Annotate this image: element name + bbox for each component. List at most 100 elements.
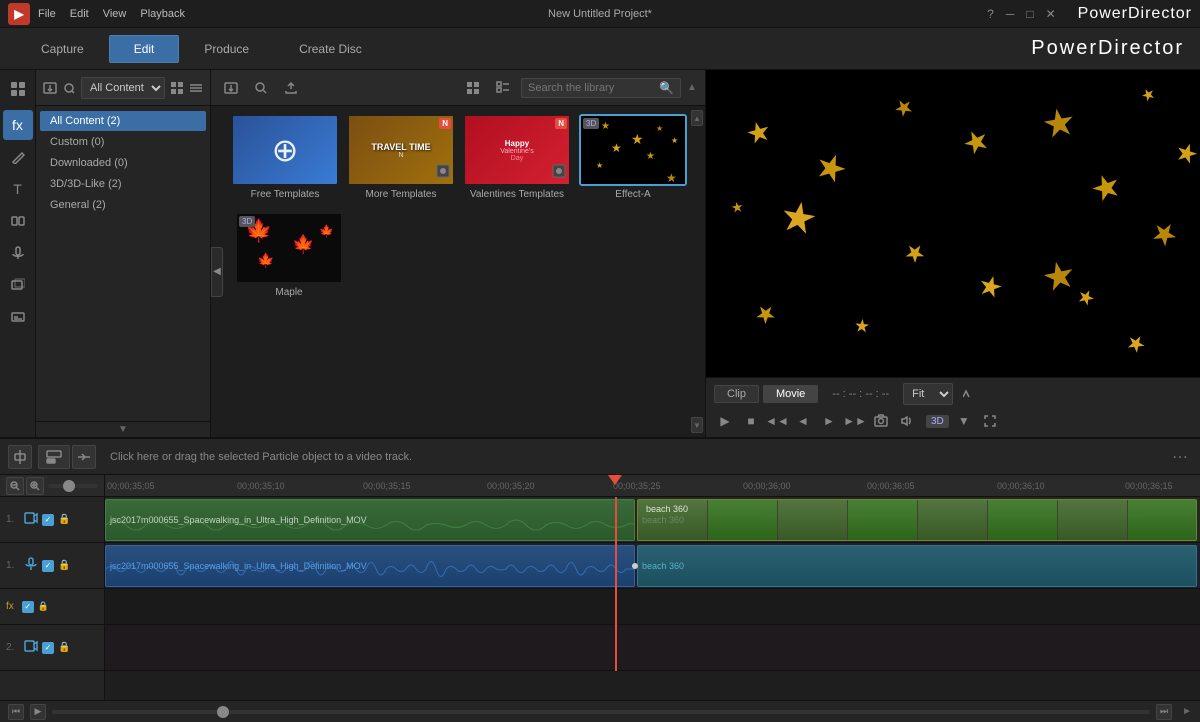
preview-fullscreen-btn[interactable]	[979, 410, 1001, 432]
track-row-video-2[interactable]	[105, 625, 1200, 671]
track-header-fx: fx ✓ 🔒	[0, 589, 104, 625]
sidebar-icon-import[interactable]	[3, 74, 33, 104]
preview-rewind-btn[interactable]: ◄◄	[766, 410, 788, 432]
panel-collapse-btn[interactable]: ◀	[211, 247, 223, 297]
filter-btn[interactable]	[62, 76, 78, 100]
preview-settings-btn[interactable]	[957, 382, 981, 406]
fit-dropdown[interactable]: Fit	[903, 383, 953, 405]
menu-bar[interactable]: File Edit View Playback	[38, 8, 185, 20]
menu-edit[interactable]: Edit	[70, 8, 89, 20]
scroll-up-arrow-content[interactable]: ▲	[687, 82, 697, 93]
sidebar-icon-draw[interactable]	[3, 142, 33, 172]
category-3d[interactable]: 3D/3D-Like (2)	[40, 174, 206, 194]
zoom-slider[interactable]	[48, 484, 98, 488]
help-icon[interactable]: ?	[987, 7, 994, 21]
timeline-mode-btn[interactable]	[72, 445, 96, 469]
track-1-lock[interactable]: 🔒	[58, 514, 70, 525]
preview-prev-frame-btn[interactable]: ◄	[792, 410, 814, 432]
preview-3d-dropdown-btn[interactable]: ▼	[953, 410, 975, 432]
timeline-snap-btn[interactable]	[8, 445, 32, 469]
track-1-visibility[interactable]: ✓	[42, 514, 54, 526]
template-effect-a[interactable]: ★ ★ ★ ★ ★ ★ ★ ★ 3D Effect-A	[579, 114, 687, 200]
content-filter[interactable]: All Content	[81, 77, 165, 99]
maximize-icon[interactable]: □	[1026, 7, 1033, 21]
time-ruler[interactable]: 00;00;35;05 00;00;35;10 00;00;35;15 00;0…	[105, 475, 1200, 497]
app-title: PowerDirector	[1078, 5, 1192, 23]
sidebar-icon-captions[interactable]	[3, 302, 33, 332]
track-row-audio-1[interactable]: jsc2017m000655_Spacewalking_in_Ultra_Hig…	[105, 543, 1200, 589]
tab-clip[interactable]: Clip	[714, 385, 759, 403]
content-import-btn[interactable]	[219, 76, 243, 100]
tab-capture[interactable]: Capture	[16, 35, 109, 63]
sidebar-icon-text[interactable]: T	[3, 174, 33, 204]
sidebar-icon-transition[interactable]	[3, 206, 33, 236]
tab-movie[interactable]: Movie	[763, 385, 818, 403]
template-maple[interactable]: 🍁 🍁 🍁 🍁 3D Maple	[235, 212, 343, 298]
view-list-btn[interactable]	[189, 76, 205, 100]
tab-create-disc[interactable]: Create Disc	[274, 35, 387, 63]
close-icon[interactable]: ✕	[1046, 7, 1056, 21]
menu-playback[interactable]: Playback	[140, 8, 185, 20]
track-2-lock[interactable]: 🔒	[58, 642, 70, 653]
clip-video-1-spacewalk[interactable]: jsc2017m000655_Spacewalking_in_Ultra_Hig…	[105, 499, 635, 541]
timeline-zoom-slider[interactable]	[52, 710, 1150, 714]
timeline-start-btn[interactable]: ⏮	[8, 704, 24, 720]
track-fx-lock[interactable]: 🔒	[38, 601, 49, 612]
category-list: All Content (2) Custom (0) Downloaded (0…	[36, 106, 210, 421]
track-row-video-1[interactable]: jsc2017m000655_Spacewalking_in_Ultra_Hig…	[105, 497, 1200, 543]
timeline-end-btn[interactable]: ⏭	[1156, 704, 1172, 720]
scroll-up-indicator[interactable]: ▲	[691, 110, 703, 126]
sidebar-icon-overlay[interactable]	[3, 270, 33, 300]
preview-play-btn[interactable]: ▶	[714, 410, 736, 432]
app-title-header: PowerDirector	[1031, 37, 1184, 60]
ruler-mark-0: 00;00;35;05	[107, 481, 155, 491]
scroll-down-indicator[interactable]: ▼	[691, 417, 703, 433]
clip-video-1-beach[interactable]: beach 360 beach 360	[637, 499, 1197, 541]
clip-audio-1-spacewalk[interactable]: jsc2017m000655_Spacewalking_in_Ultra_Hig…	[105, 545, 635, 587]
minimize-icon[interactable]: ─	[1006, 7, 1015, 21]
template-valentines[interactable]: Happy Valentine's Day N	[463, 114, 571, 200]
category-downloaded[interactable]: Downloaded (0)	[40, 153, 206, 173]
timeline-content: 1. ✓ 🔒 1. ✓ 🔒 fx ✓ 🔒	[0, 475, 1200, 700]
content-export-btn[interactable]	[279, 76, 303, 100]
zoom-out-btn[interactable]	[6, 477, 24, 495]
timeline-play-btn[interactable]: ▶	[30, 704, 46, 720]
track-row-fx[interactable]	[105, 589, 1200, 625]
timeline-options-icon[interactable]: ⋯	[1168, 447, 1192, 467]
track-2-visibility[interactable]: ✓	[42, 642, 54, 654]
sidebar-icon-audio[interactable]	[3, 238, 33, 268]
preview-next-frame-btn[interactable]: ►	[818, 410, 840, 432]
preview-stop-btn[interactable]: ■	[740, 410, 762, 432]
tab-edit[interactable]: Edit	[109, 35, 180, 63]
zoom-in-btn[interactable]	[26, 477, 44, 495]
add-track-btn[interactable]	[38, 445, 70, 469]
preview-snapshot-btn[interactable]	[870, 410, 892, 432]
menu-file[interactable]: File	[38, 8, 56, 20]
track-fx-visibility[interactable]: ✓	[22, 601, 34, 613]
main-area: fx T All Content	[0, 70, 1200, 437]
content-filter-btn[interactable]	[249, 76, 273, 100]
preview-volume-btn[interactable]	[896, 410, 918, 432]
clip-audio-1-beach[interactable]: beach 360	[637, 545, 1197, 587]
preview-fast-forward-btn[interactable]: ►►	[844, 410, 866, 432]
template-free[interactable]: ⊕ Free Templates	[231, 114, 339, 200]
badge-n-valentines: N	[555, 118, 567, 129]
category-general[interactable]: General (2)	[40, 195, 206, 215]
template-more[interactable]: TRAVEL TIME N N More Templates	[347, 114, 455, 200]
preview-star-11: ★	[1142, 213, 1185, 257]
track-audio-1-lock[interactable]: 🔒	[58, 560, 70, 571]
track-audio-1-visibility[interactable]: ✓	[42, 560, 54, 572]
badge-3d-maple: 3D	[239, 216, 255, 227]
category-all-content[interactable]: All Content (2)	[40, 111, 206, 131]
timeline-scroll-right[interactable]: ►	[1182, 706, 1192, 717]
search-input[interactable]	[528, 82, 655, 94]
sidebar-icon-fx[interactable]: fx	[3, 110, 33, 140]
scroll-down-arrow[interactable]: ▼	[118, 424, 128, 435]
tab-produce[interactable]: Produce	[179, 35, 274, 63]
import-btn[interactable]	[42, 76, 58, 100]
view-grid-btn[interactable]	[169, 76, 185, 100]
detail-view-btn[interactable]	[491, 76, 515, 100]
grid-view-btn[interactable]	[461, 76, 485, 100]
category-custom[interactable]: Custom (0)	[40, 132, 206, 152]
menu-view[interactable]: View	[103, 8, 127, 20]
